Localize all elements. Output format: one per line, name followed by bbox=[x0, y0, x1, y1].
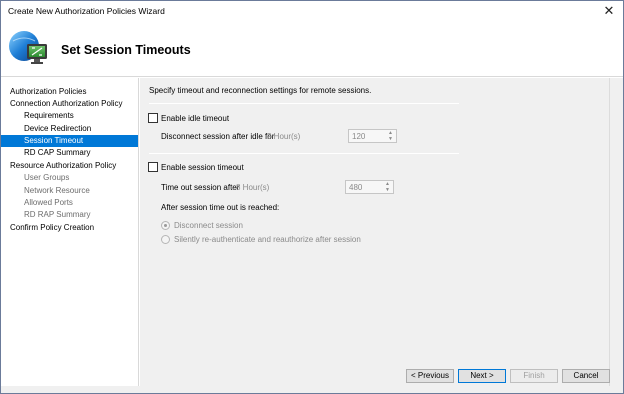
sidebar-item-network-resource: Network Resource bbox=[24, 186, 90, 195]
scrollbar-area bbox=[609, 78, 623, 386]
sidebar-item-requirements[interactable]: Requirements bbox=[24, 110, 74, 122]
divider bbox=[149, 153, 459, 154]
enable-session-timeout-label[interactable]: Enable session timeout bbox=[161, 163, 244, 172]
close-icon[interactable]: ✕ bbox=[601, 3, 617, 19]
enable-session-timeout-checkbox[interactable] bbox=[148, 162, 158, 172]
sidebar-item-rd-cap-summary[interactable]: RD CAP Summary bbox=[24, 147, 91, 159]
previous-button[interactable]: < Previous bbox=[406, 369, 454, 383]
page-description: Specify timeout and reconnection setting… bbox=[149, 86, 372, 95]
sidebar-item-authorization-policies[interactable]: Authorization Policies bbox=[10, 86, 86, 98]
sidebar-item-rd-rap-summary: RD RAP Summary bbox=[24, 210, 91, 219]
bottom-edge bbox=[1, 386, 623, 393]
session-timeout-stepper: 480 ▲ ▼ bbox=[345, 180, 394, 194]
session-timeout-label: Time out session after bbox=[161, 183, 240, 192]
after-timeout-label: After session time out is reached: bbox=[161, 203, 280, 212]
idle-hours-hint: 2 Hour(s) bbox=[267, 132, 301, 141]
spin-arrows-icon: ▲ ▼ bbox=[385, 181, 390, 193]
wizard-header: Set Session Timeouts bbox=[1, 21, 623, 77]
finish-button: Finish bbox=[510, 369, 558, 383]
wizard-steps-sidebar: Authorization Policies Connection Author… bbox=[1, 78, 139, 386]
disconnect-idle-label: Disconnect session after idle for bbox=[161, 132, 275, 141]
spin-arrows-icon: ▲ ▼ bbox=[388, 130, 393, 142]
cancel-button[interactable]: Cancel bbox=[562, 369, 610, 383]
reauthenticate-label: Silently re-authenticate and reauthorize… bbox=[174, 235, 361, 244]
window-title: Create New Authorization Policies Wizard bbox=[8, 6, 165, 16]
sidebar-item-user-groups: User Groups bbox=[24, 173, 70, 182]
main-content: Specify timeout and reconnection setting… bbox=[140, 78, 609, 386]
disconnect-session-label: Disconnect session bbox=[174, 221, 243, 230]
idle-timeout-stepper: 120 ▲ ▼ bbox=[348, 129, 397, 143]
disconnect-session-radio bbox=[161, 221, 170, 230]
sidebar-item-session-timeout[interactable]: Session Timeout bbox=[1, 135, 138, 147]
enable-idle-timeout-label[interactable]: Enable idle timeout bbox=[161, 114, 229, 123]
enable-idle-timeout-checkbox[interactable] bbox=[148, 113, 158, 123]
sidebar-item-allowed-ports: Allowed Ports bbox=[24, 198, 73, 207]
sidebar-item-confirm-policy-creation[interactable]: Confirm Policy Creation bbox=[10, 222, 94, 234]
sidebar-item-resource-authorization-policy[interactable]: Resource Authorization Policy bbox=[10, 160, 116, 172]
divider bbox=[149, 103, 459, 104]
idle-timeout-value: 120 bbox=[352, 132, 366, 141]
title-bar: Create New Authorization Policies Wizard… bbox=[1, 1, 623, 21]
session-timeout-value: 480 bbox=[349, 183, 363, 192]
reauthenticate-radio bbox=[161, 235, 170, 244]
next-button[interactable]: Next > bbox=[458, 369, 506, 383]
remote-desktop-icon bbox=[9, 31, 47, 64]
session-hours-hint: 8 Hour(s) bbox=[236, 183, 270, 192]
wizard-footer: < Previous Next > Finish Cancel bbox=[2, 363, 610, 386]
page-title: Set Session Timeouts bbox=[61, 43, 191, 57]
sidebar-item-connection-authorization-policy[interactable]: Connection Authorization Policy bbox=[10, 98, 123, 110]
sidebar-item-device-redirection[interactable]: Device Redirection bbox=[24, 123, 91, 135]
wizard-window: Create New Authorization Policies Wizard… bbox=[0, 0, 624, 394]
